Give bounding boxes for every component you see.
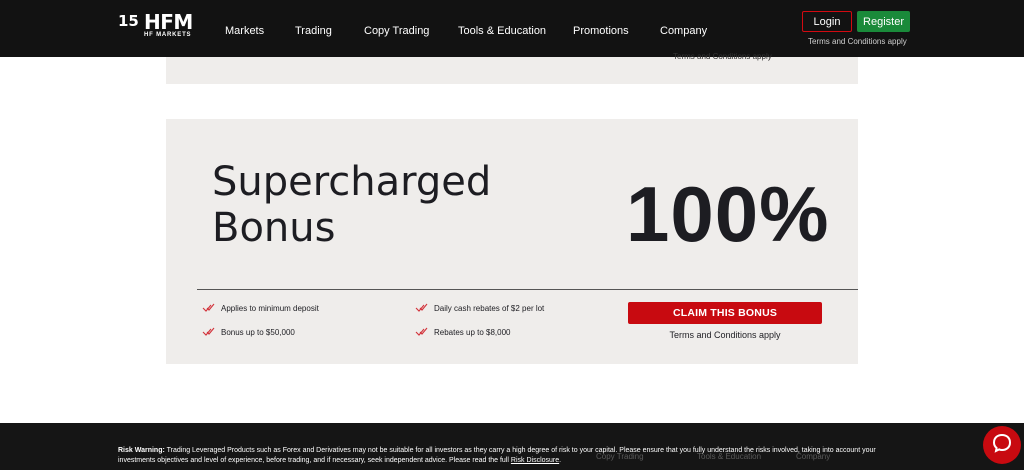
check-icon	[415, 303, 429, 313]
nav-markets[interactable]: Markets	[225, 25, 264, 37]
nav-promotions[interactable]: Promotions	[573, 25, 629, 37]
feature-label: Applies to minimum deposit	[221, 303, 319, 313]
claim-bonus-button[interactable]: CLAIM THIS BONUS	[628, 302, 822, 324]
bonus-terms-link[interactable]: Terms and Conditions apply	[628, 330, 822, 340]
bonus-title-line2: Bonus	[212, 205, 336, 251]
chat-button[interactable]	[983, 426, 1021, 464]
header-terms-link[interactable]: Terms and Conditions apply	[808, 37, 907, 46]
site-header: 15 HFM HF MARKETS Markets Trading Copy T…	[0, 0, 1024, 57]
nav-trading[interactable]: Trading	[295, 25, 332, 37]
nav-copy-trading[interactable]: Copy Trading	[364, 25, 429, 37]
nav-tools-education[interactable]: Tools & Education	[458, 25, 546, 37]
logo-subtitle: HF MARKETS	[144, 32, 192, 38]
risk-warning-text: Trading Leveraged Products such as Forex…	[118, 447, 876, 464]
previous-promo-card	[166, 57, 858, 84]
feature-label: Rebates up to $8,000	[434, 327, 511, 337]
card-divider	[197, 289, 858, 290]
supercharged-bonus-card: Supercharged Bonus 100% Applies to minim…	[166, 119, 858, 364]
check-icon	[202, 327, 216, 337]
login-button[interactable]: Login	[802, 11, 852, 32]
nav-company[interactable]: Company	[660, 25, 707, 37]
feature-item: Applies to minimum deposit	[202, 303, 319, 313]
feature-item: Bonus up to $50,000	[202, 327, 295, 337]
bonus-percent: 100%	[626, 170, 830, 258]
feature-label: Daily cash rebates of $2 per lot	[434, 303, 545, 313]
logo-anniversary-number: 15	[118, 12, 139, 30]
risk-disclosure-link[interactable]: Risk Disclosure	[511, 457, 559, 464]
register-button[interactable]: Register	[857, 11, 910, 32]
hfm-logo[interactable]: 15 HFM HF MARKETS	[118, 10, 198, 40]
risk-warning: Risk Warning: Trading Leveraged Products…	[118, 446, 898, 466]
check-icon	[415, 327, 429, 337]
risk-warning-label: Risk Warning:	[118, 447, 165, 454]
feature-item: Rebates up to $8,000	[415, 327, 511, 337]
bonus-title-line1: Supercharged	[212, 159, 492, 205]
bonus-title: Supercharged Bonus	[212, 159, 532, 251]
feature-label: Bonus up to $50,000	[221, 327, 295, 337]
chat-icon	[992, 433, 1012, 458]
previous-card-terms[interactable]: Terms and Conditions apply	[673, 52, 772, 61]
check-icon	[202, 303, 216, 313]
feature-item: Daily cash rebates of $2 per lot	[415, 303, 544, 313]
risk-warning-end: .	[559, 457, 562, 464]
logo-brand: HFM	[144, 10, 193, 34]
